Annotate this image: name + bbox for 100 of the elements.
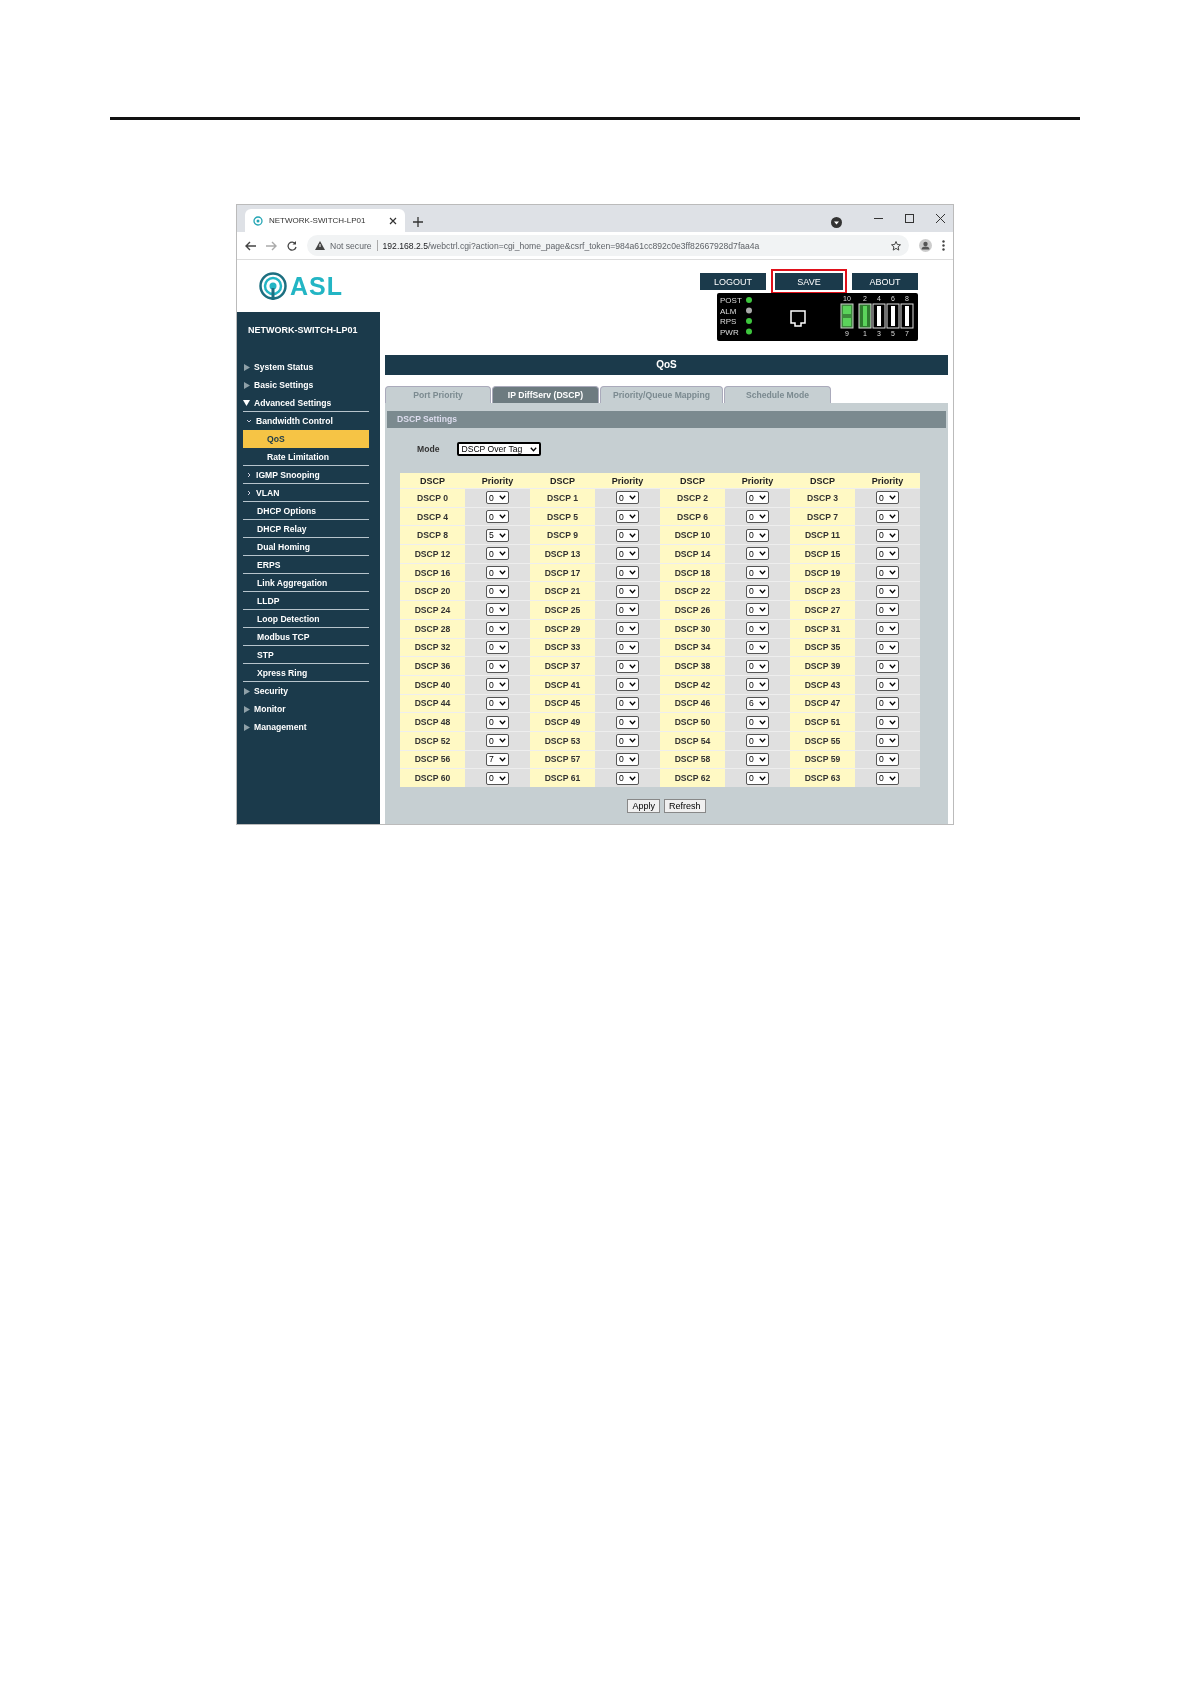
priority-select[interactable]: 0 bbox=[746, 715, 769, 729]
priority-select[interactable]: 0 bbox=[616, 547, 639, 561]
menu-item[interactable]: Bandwidth Control bbox=[243, 412, 369, 430]
priority-select[interactable]: 0 bbox=[746, 771, 769, 785]
back-icon[interactable] bbox=[245, 240, 256, 251]
star-icon[interactable] bbox=[891, 240, 901, 251]
priority-select[interactable]: 0 bbox=[486, 696, 509, 710]
priority-select[interactable]: 0 bbox=[876, 771, 899, 785]
menu-item[interactable]: Dual Homing bbox=[243, 538, 369, 556]
priority-select[interactable]: 0 bbox=[486, 547, 509, 561]
priority-select[interactable]: 0 bbox=[486, 715, 509, 729]
priority-select[interactable]: 0 bbox=[486, 584, 509, 598]
priority-select[interactable]: 7 bbox=[486, 752, 509, 766]
menu-item[interactable]: Rate Limitation bbox=[243, 448, 369, 466]
menu-item[interactable]: Link Aggregation bbox=[243, 574, 369, 592]
header-button[interactable]: LOGOUT bbox=[700, 273, 766, 290]
browser-tab[interactable]: NETWORK-SWITCH-LP01 bbox=[245, 209, 405, 232]
priority-select[interactable]: 6 bbox=[746, 696, 769, 710]
priority-select[interactable]: 0 bbox=[746, 734, 769, 748]
priority-select[interactable]: 0 bbox=[746, 584, 769, 598]
menu-item[interactable]: ERPS bbox=[243, 556, 369, 574]
menu-item[interactable]: Monitor bbox=[243, 700, 369, 718]
priority-select[interactable]: 0 bbox=[876, 547, 899, 561]
priority-select[interactable]: 0 bbox=[616, 603, 639, 617]
priority-select[interactable]: 0 bbox=[486, 771, 509, 785]
priority-select[interactable]: 0 bbox=[616, 566, 639, 580]
priority-select[interactable]: 0 bbox=[876, 566, 899, 580]
priority-select[interactable]: 0 bbox=[876, 640, 899, 654]
priority-select[interactable]: 0 bbox=[486, 603, 509, 617]
priority-select[interactable]: 0 bbox=[746, 659, 769, 673]
address-bar[interactable]: Not secure 192.168.2.5/webctrl.cgi?action=cgi_home_page&csrf_token=984a61cc892c0e3ff82667928d7faa4a bbox=[307, 235, 909, 256]
menu-item[interactable]: Loop Detection bbox=[243, 610, 369, 628]
priority-select[interactable]: 0 bbox=[876, 510, 899, 524]
priority-select[interactable]: 0 bbox=[746, 528, 769, 542]
priority-select[interactable]: 0 bbox=[486, 510, 509, 524]
mode-select[interactable]: DSCP Over Tag bbox=[457, 442, 542, 456]
menu-item[interactable]: LLDP bbox=[243, 592, 369, 610]
priority-select[interactable]: 0 bbox=[746, 752, 769, 766]
priority-select[interactable]: 0 bbox=[616, 659, 639, 673]
maximize-icon[interactable] bbox=[905, 214, 914, 223]
menu-item[interactable]: Xpress Ring bbox=[243, 664, 369, 682]
priority-select[interactable]: 0 bbox=[876, 491, 899, 505]
priority-select[interactable]: 0 bbox=[616, 696, 639, 710]
priority-select[interactable]: 0 bbox=[746, 547, 769, 561]
header-button[interactable]: ABOUT bbox=[852, 273, 918, 290]
priority-select[interactable]: 0 bbox=[746, 640, 769, 654]
priority-select[interactable]: 5 bbox=[486, 528, 509, 542]
priority-select[interactable]: 0 bbox=[616, 734, 639, 748]
priority-select[interactable]: 0 bbox=[616, 528, 639, 542]
menu-item[interactable]: Advanced Settings bbox=[243, 394, 369, 412]
priority-select[interactable]: 0 bbox=[486, 678, 509, 692]
priority-select[interactable]: 0 bbox=[616, 752, 639, 766]
priority-select[interactable]: 0 bbox=[876, 734, 899, 748]
priority-select[interactable]: 0 bbox=[746, 510, 769, 524]
new-tab-icon[interactable] bbox=[413, 217, 423, 227]
priority-select[interactable]: 0 bbox=[876, 696, 899, 710]
priority-select[interactable]: 0 bbox=[616, 510, 639, 524]
priority-select[interactable]: 0 bbox=[876, 603, 899, 617]
priority-select[interactable]: 0 bbox=[486, 566, 509, 580]
menu-item[interactable]: IGMP Snooping bbox=[243, 466, 369, 484]
priority-select[interactable]: 0 bbox=[616, 678, 639, 692]
priority-select[interactable]: 0 bbox=[876, 584, 899, 598]
priority-select[interactable]: 0 bbox=[876, 715, 899, 729]
menu-item[interactable]: STP bbox=[243, 646, 369, 664]
menu-item[interactable]: Basic Settings bbox=[243, 376, 369, 394]
priority-select[interactable]: 0 bbox=[876, 622, 899, 636]
priority-select[interactable]: 0 bbox=[746, 603, 769, 617]
reload-icon[interactable] bbox=[287, 240, 297, 251]
menu-item[interactable]: Modbus TCP bbox=[243, 628, 369, 646]
priority-select[interactable]: 0 bbox=[616, 491, 639, 505]
priority-select[interactable]: 0 bbox=[616, 622, 639, 636]
close-icon[interactable] bbox=[389, 216, 397, 225]
profile-icon[interactable] bbox=[919, 239, 932, 252]
menu-item[interactable]: DHCP Relay bbox=[243, 520, 369, 538]
priority-select[interactable]: 0 bbox=[876, 752, 899, 766]
tab[interactable]: IP DiffServ (DSCP) bbox=[492, 386, 599, 403]
priority-select[interactable]: 0 bbox=[486, 491, 509, 505]
priority-select[interactable]: 0 bbox=[616, 771, 639, 785]
priority-select[interactable]: 0 bbox=[876, 678, 899, 692]
priority-select[interactable]: 0 bbox=[746, 491, 769, 505]
priority-select[interactable]: 0 bbox=[486, 659, 509, 673]
priority-select[interactable]: 0 bbox=[876, 528, 899, 542]
priority-select[interactable]: 0 bbox=[486, 622, 509, 636]
menu-item[interactable]: VLAN bbox=[243, 484, 369, 502]
priority-select[interactable]: 0 bbox=[746, 622, 769, 636]
menu-item[interactable]: DHCP Options bbox=[243, 502, 369, 520]
close-icon[interactable] bbox=[936, 214, 945, 223]
priority-select[interactable]: 0 bbox=[746, 678, 769, 692]
menu-icon[interactable] bbox=[942, 240, 945, 251]
priority-select[interactable]: 0 bbox=[616, 584, 639, 598]
menu-item[interactable]: Management bbox=[243, 718, 369, 736]
menu-item[interactable]: System Status bbox=[243, 358, 369, 376]
action-button[interactable]: Refresh bbox=[664, 799, 706, 813]
priority-select[interactable]: 0 bbox=[486, 640, 509, 654]
priority-select[interactable]: 0 bbox=[876, 659, 899, 673]
header-button[interactable]: SAVE bbox=[771, 269, 847, 294]
priority-select[interactable]: 0 bbox=[616, 715, 639, 729]
priority-select[interactable]: 0 bbox=[746, 566, 769, 580]
menu-item[interactable]: Security bbox=[243, 682, 369, 700]
menu-item[interactable]: QoS bbox=[243, 430, 369, 448]
